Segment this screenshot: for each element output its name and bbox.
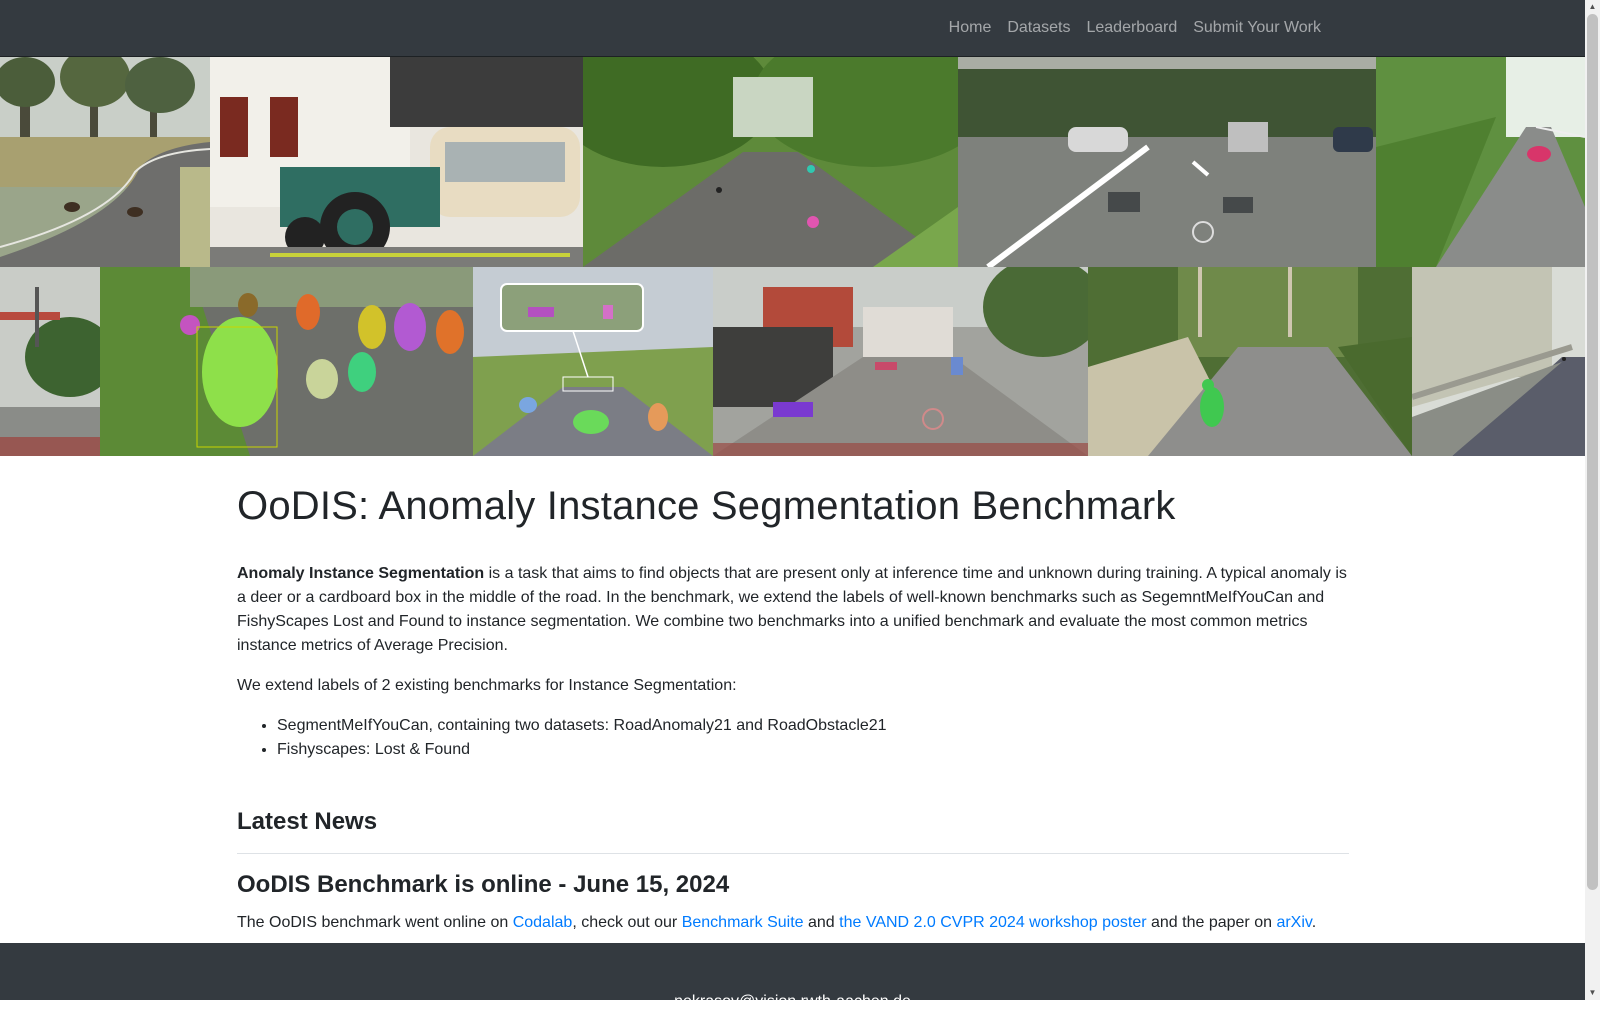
page-title: OoDIS: Anomaly Instance Segmentation Ben… <box>237 484 1176 528</box>
nav-links: Home Datasets Leaderboard Submit Your Wo… <box>941 0 1329 56</box>
scrollbar-thumb[interactable] <box>1587 14 1598 890</box>
hero-photo-umbrella-road <box>1376 57 1585 267</box>
extend-paragraph: We extend labels of 2 existing benchmark… <box>237 677 737 694</box>
main-content: OoDIS: Anomaly Instance Segmentation Ben… <box>237 456 1349 935</box>
hero-photo-street-boxes <box>713 267 1088 456</box>
footer-email[interactable]: nekrasov@vision.rwth-aachen.de <box>0 993 1585 1011</box>
hero-photo-bird-on-road <box>1088 267 1412 456</box>
hero-photo-highway-barrier <box>1412 267 1585 456</box>
nav-leaderboard-link[interactable]: Leaderboard <box>1078 11 1185 45</box>
intro-paragraph: Anomaly Instance Segmentation is a task … <box>237 562 1349 658</box>
footer: nekrasov@vision.rwth-aachen.de <box>0 943 1585 1010</box>
divider <box>237 852 1349 854</box>
nav-home-link[interactable]: Home <box>941 11 1000 45</box>
nav-datasets-link[interactable]: Datasets <box>999 11 1078 45</box>
top-navbar: Home Datasets Leaderboard Submit Your Wo… <box>0 0 1585 57</box>
news-text: The OoDIS benchmark went online on <box>237 913 513 931</box>
hero-photo-turkeys-on-road <box>0 57 210 267</box>
vertical-scrollbar[interactable]: ▲ ▼ <box>1585 0 1600 1000</box>
news-item-body: The OoDIS benchmark went online on Codal… <box>237 911 1349 935</box>
arxiv-link[interactable]: arXiv <box>1276 914 1311 931</box>
news-item-title: OoDIS Benchmark is online - June 15, 202… <box>237 870 730 898</box>
hero-photo-forest-road <box>583 57 958 267</box>
news-text: and the paper on <box>1146 913 1277 931</box>
codalab-link[interactable]: Codalab <box>513 914 573 931</box>
hero-photo-parking-lot-boxes <box>958 57 1376 267</box>
hero-image-mosaic <box>0 57 1585 456</box>
scroll-down-icon[interactable]: ▼ <box>1585 986 1600 1000</box>
news-text: , check out our <box>572 913 682 931</box>
list-item: SegmentMeIfYouCan, containing two datase… <box>277 714 1349 738</box>
list-item: Fishyscapes: Lost & Found <box>277 738 1349 762</box>
hero-photo-cows-instance-masks <box>100 267 473 456</box>
nav-submit-link[interactable]: Submit Your Work <box>1185 11 1329 45</box>
benchmark-suite-link[interactable]: Benchmark Suite <box>682 914 804 931</box>
benchmark-list: SegmentMeIfYouCan, containing two datase… <box>237 714 1349 762</box>
hero-photo-roadside-bush <box>0 267 100 456</box>
news-text: and <box>803 913 840 931</box>
workshop-poster-link[interactable]: the VAND 2.0 CVPR 2024 workshop poster <box>839 914 1146 931</box>
hero-photo-tractor-wagon <box>210 57 583 267</box>
intro-bold-term: Anomaly Instance Segmentation <box>237 565 485 582</box>
news-text: . <box>1311 913 1317 931</box>
latest-news-heading: Latest News <box>237 808 378 835</box>
scroll-up-icon[interactable]: ▲ <box>1585 0 1600 14</box>
hero-photo-road-zoom-boxes <box>473 267 713 456</box>
